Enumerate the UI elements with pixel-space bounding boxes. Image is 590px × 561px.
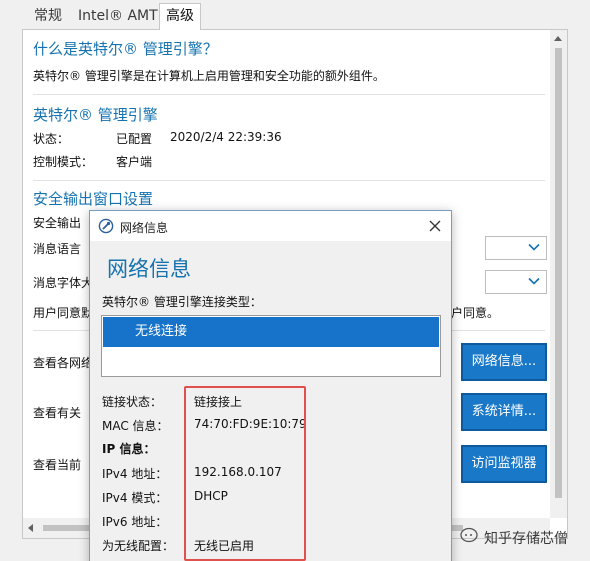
message-language-label: 消息语言	[33, 242, 82, 256]
divider	[33, 94, 545, 95]
scroll-thumb[interactable]	[555, 48, 562, 498]
wireless-config-label: 为无线配置：	[102, 539, 175, 553]
scroll-up-icon[interactable]	[554, 36, 562, 41]
chevron-down-icon	[528, 243, 540, 251]
secure-output-title: 安全输出窗口设置	[33, 190, 154, 208]
control-mode-label: 控制模式：	[33, 155, 94, 169]
chevron-down-icon	[528, 277, 540, 285]
access-monitor-desc: 查看当前	[33, 458, 82, 472]
system-details-button[interactable]: 系统详情...	[461, 393, 547, 431]
vertical-scrollbar[interactable]	[550, 30, 567, 518]
tab-general[interactable]: 常规	[28, 4, 68, 29]
ipv4-address-label: IPv4 地址：	[102, 467, 168, 481]
network-info-dialog: 网络信息 网络信息 英特尔® 管理引擎连接类型： 无线连接 链接状态： 链接接上…	[89, 210, 452, 561]
dialog-title: 网络信息	[120, 221, 169, 235]
tab-advanced[interactable]: 高级	[159, 3, 201, 30]
network-info-desc: 查看各网络	[33, 356, 94, 370]
status-label: 状态：	[33, 132, 70, 146]
engine-title: 英特尔® 管理引擎	[33, 106, 158, 124]
secure-output-text: 安全输出	[33, 216, 82, 230]
message-language-select[interactable]	[485, 236, 547, 260]
status-time: 2020/2/4 22:39:36	[170, 130, 282, 144]
wrench-icon	[98, 218, 114, 234]
watermark-text: 知乎存储芯僧	[484, 531, 568, 547]
intro-description: 英特尔® 管理引擎是在计算机上启用管理和安全功能的额外组件。	[33, 69, 385, 83]
user-consent-label: 用户同意默	[33, 306, 94, 320]
ipv6-address-label: IPv6 地址：	[102, 515, 168, 529]
ip-info-label: IP 信息：	[102, 442, 156, 456]
access-monitor-button[interactable]: 访问监视器	[461, 445, 547, 483]
chat-bubble-icon	[460, 527, 478, 543]
close-icon[interactable]	[428, 219, 442, 233]
user-consent-text: 户同意。	[451, 306, 500, 320]
dialog-titlebar: 网络信息	[90, 211, 451, 241]
network-info-button[interactable]: 网络信息...	[461, 343, 547, 381]
list-item-wireless[interactable]: 无线连接	[103, 317, 439, 347]
control-mode-value: 客户端	[116, 155, 153, 169]
dialog-heading: 网络信息	[107, 257, 191, 281]
link-status-label: 链接状态：	[102, 395, 163, 409]
ipv4-mode-label: IPv4 模式：	[102, 491, 168, 505]
scroll-left-icon[interactable]	[28, 524, 33, 532]
intro-title: 什么是英特尔® 管理引擎？	[33, 40, 218, 58]
message-font-label: 消息字体大	[33, 276, 94, 290]
tab-intel-amt[interactable]: Intel® AMT	[72, 4, 164, 29]
system-details-desc: 查看有关	[33, 406, 82, 420]
status-value: 已配置	[116, 132, 153, 146]
connection-type-list[interactable]: 无线连接	[101, 315, 441, 377]
mac-label: MAC 信息：	[102, 419, 169, 433]
connection-type-label: 英特尔® 管理引擎连接类型：	[102, 295, 262, 309]
tab-strip: 常规 Intel® AMT 高级	[0, 0, 590, 30]
divider	[33, 180, 545, 181]
highlight-box	[184, 386, 306, 561]
message-font-select[interactable]	[485, 270, 547, 294]
